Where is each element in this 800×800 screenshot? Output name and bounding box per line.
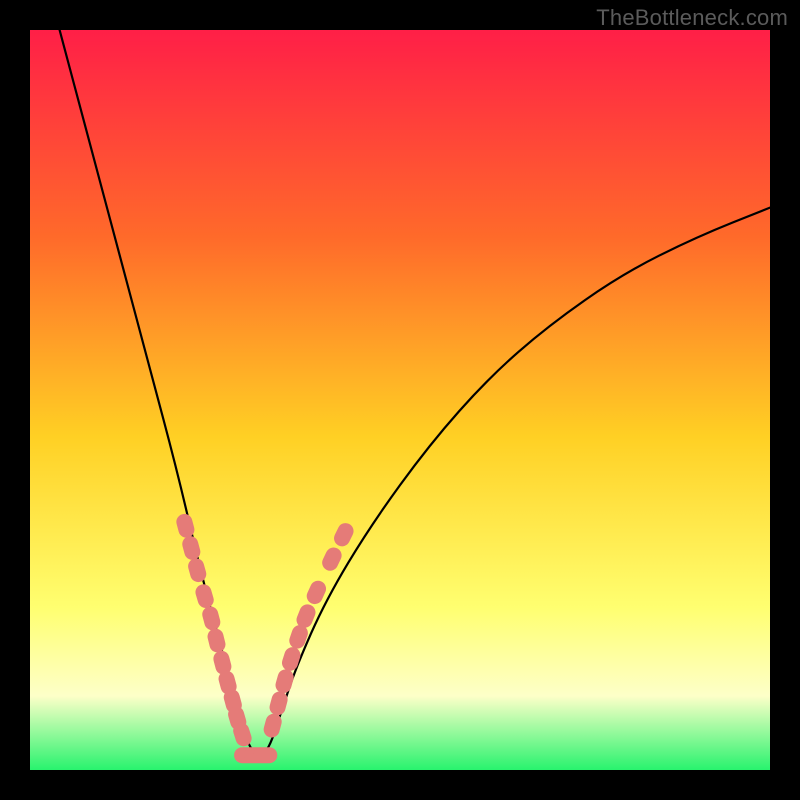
chart-frame: TheBottleneck.com bbox=[0, 0, 800, 800]
watermark-text: TheBottleneck.com bbox=[596, 5, 788, 31]
plot-area bbox=[30, 30, 770, 770]
gradient-background bbox=[30, 30, 770, 770]
bottleneck-chart bbox=[30, 30, 770, 770]
data-marker bbox=[253, 747, 277, 763]
trough-markers bbox=[234, 747, 277, 763]
